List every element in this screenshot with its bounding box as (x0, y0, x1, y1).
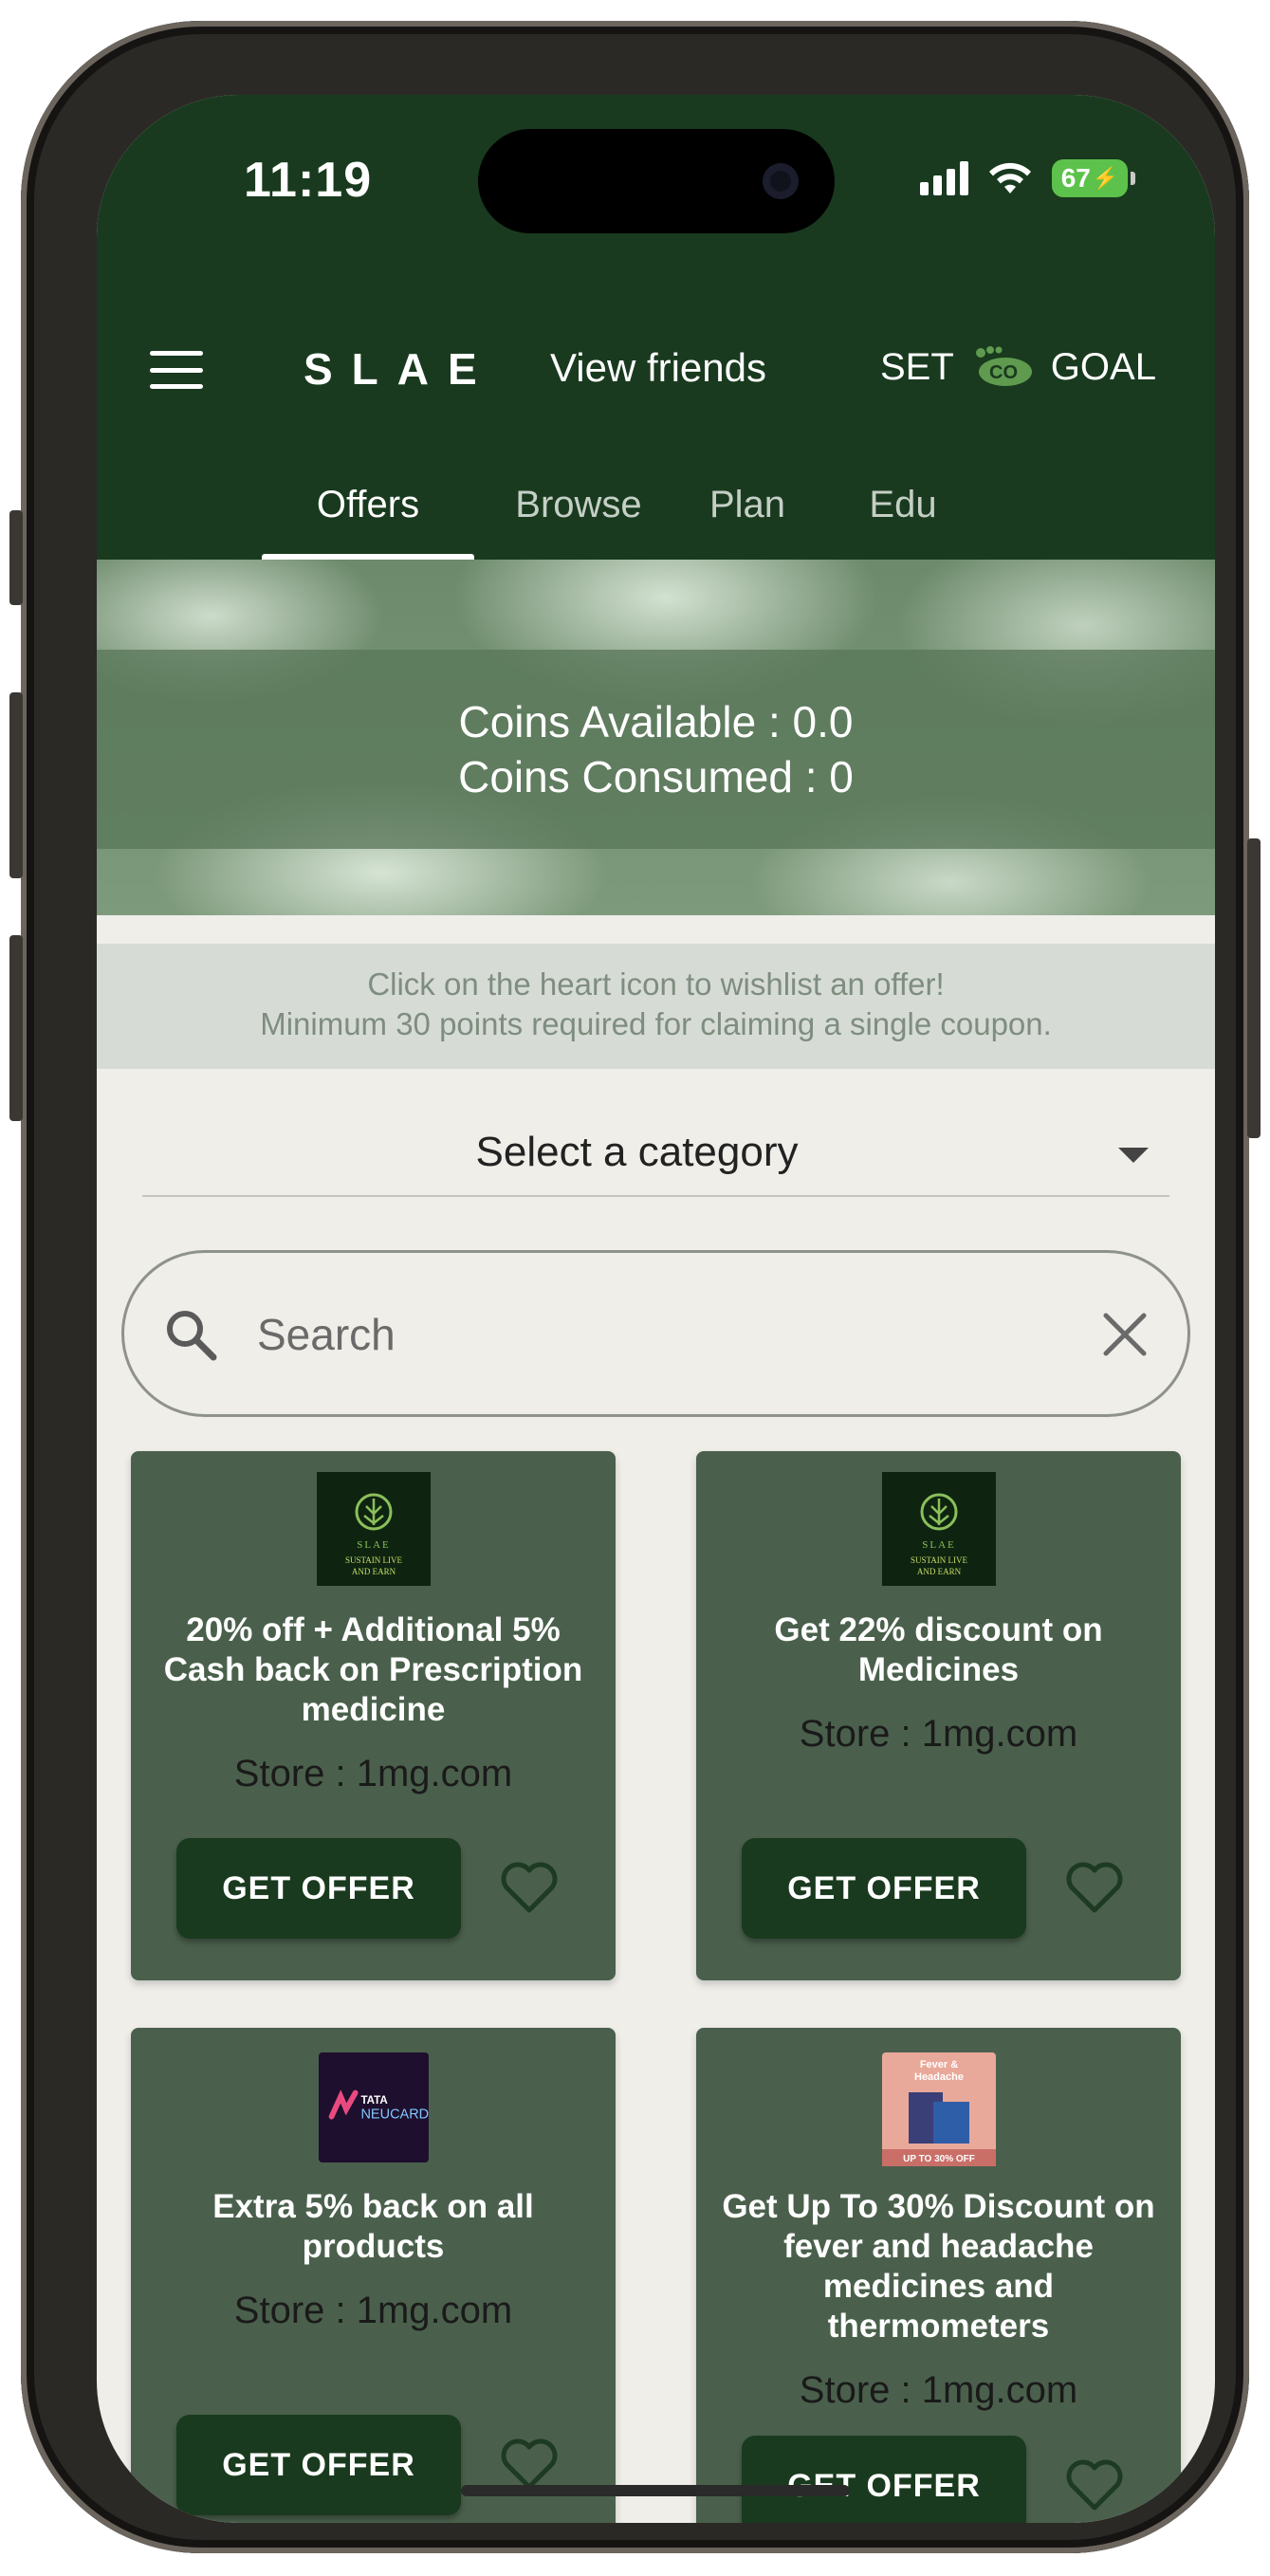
clear-icon[interactable] (1100, 1310, 1150, 1359)
logo-text: UP TO 30% OFF (903, 2154, 975, 2164)
info-line-1: Click on the heart icon to wishlist an o… (367, 966, 945, 1002)
heart-icon[interactable] (1064, 2456, 1125, 2513)
logo-text: Headache (914, 2071, 964, 2083)
camera-icon (763, 163, 799, 199)
offer-title: Extra 5% back on all products (212, 2188, 534, 2265)
offer-title: Get Up To 30% Discount on fever and head… (722, 2188, 1155, 2345)
offer-card: TATA NEUCARD Extra 5% back on all produc… (131, 2028, 616, 2523)
co2-footprint-icon: CO (975, 346, 1032, 386)
info-line-2: Minimum 30 points required for claiming … (260, 1006, 1052, 1041)
co2-text: CO (989, 362, 1018, 383)
search-input[interactable] (257, 1291, 1016, 1378)
status-icons: 67 ⚡ (920, 159, 1135, 197)
phone-frame: 11:19 67 ⚡ SLAE View friends SET CO GOAL… (9, 21, 1261, 2553)
power-button (1247, 838, 1261, 1138)
volume-down-button (9, 935, 23, 1121)
tab-edu[interactable]: Edu (837, 465, 969, 560)
offer-store: Store : 1mg.com (233, 1753, 513, 1794)
tab-bar: Offers Browse Plan Edu (97, 465, 1215, 560)
volume-up-button (9, 692, 23, 878)
offer-title: Get 22% discount on Medicines (774, 1611, 1103, 1688)
set-goal-button[interactable]: SET CO GOAL (880, 345, 1156, 389)
offer-card: SLAE SUSTAIN LIVE AND EARN Get 22% disco… (696, 1451, 1181, 1980)
logo-text: SLAE (922, 1539, 956, 1551)
coins-summary: Coins Available : 0.0 Coins Consumed : 0 (97, 650, 1215, 849)
logo-text: SUSTAIN LIVE (345, 1555, 403, 1565)
offer-title: 20% off + Additional 5% Cash back on Pre… (163, 1611, 583, 1728)
wifi-icon (989, 162, 1031, 193)
info-message: Click on the heart icon to wishlist an o… (97, 944, 1215, 1069)
action-button (9, 510, 23, 605)
category-label: Select a category (475, 1129, 799, 1175)
app-bar: SLAE View friends SET CO GOAL (97, 332, 1215, 427)
coins-consumed: Coins Consumed : 0 (458, 752, 854, 801)
get-offer-button[interactable]: GET OFFER (742, 2436, 1026, 2523)
app-header: 11:19 67 ⚡ SLAE View friends SET CO GOAL… (97, 95, 1215, 560)
coins-banner: Coins Available : 0.0 Coins Consumed : 0 (97, 560, 1215, 915)
status-time: 11:19 (244, 153, 373, 208)
offer-store: Store : 1mg.com (799, 1713, 1078, 1755)
screen: 11:19 67 ⚡ SLAE View friends SET CO GOAL… (97, 95, 1215, 2523)
get-offer-button[interactable]: GET OFFER (176, 2415, 461, 2515)
app-brand: SLAE (304, 344, 496, 394)
get-offer-button[interactable]: GET OFFER (176, 1838, 461, 1939)
slae-logo-icon: SLAE SUSTAIN LIVE AND EARN (882, 1472, 996, 1586)
logo-text: Fever & (920, 2059, 958, 2070)
goal-label: GOAL (1050, 345, 1156, 388)
heart-icon[interactable] (499, 1859, 560, 1916)
menu-icon[interactable] (150, 351, 203, 389)
dynamic-island (478, 129, 835, 233)
tata-neucard-logo-icon: TATA NEUCARD (319, 2052, 429, 2162)
heart-icon[interactable] (499, 2436, 560, 2493)
tab-browse[interactable]: Browse (493, 465, 664, 560)
offer-card: SLAE SUSTAIN LIVE AND EARN 20% off + Add… (131, 1451, 616, 1980)
logo-text: AND EARN (917, 1567, 962, 1576)
logo-text: AND EARN (352, 1567, 396, 1576)
search-icon (167, 1311, 217, 1361)
battery-level: 67 (1060, 163, 1091, 193)
tab-offers[interactable]: Offers (262, 465, 474, 560)
tab-plan[interactable]: Plan (681, 465, 814, 560)
view-friends-button[interactable]: View friends (550, 345, 766, 391)
offer-card: Fever & Headache UP TO 30% OFF Get Up To… (696, 2028, 1181, 2523)
dropdown-arrow-icon (1118, 1148, 1149, 1163)
status-bar: 11:19 67 ⚡ (97, 95, 1215, 294)
offer-store: Store : 1mg.com (799, 2369, 1078, 2411)
offer-store: Store : 1mg.com (233, 2290, 513, 2331)
cellular-signal-icon (920, 161, 968, 195)
logo-text: SUSTAIN LIVE (911, 1555, 968, 1565)
set-label: SET (880, 345, 954, 388)
battery-icon: 67 ⚡ (1052, 159, 1135, 197)
coins-available: Coins Available : 0.0 (458, 697, 854, 746)
heart-icon[interactable] (1064, 1859, 1125, 1916)
fever-headache-product-image: Fever & Headache UP TO 30% OFF (882, 2052, 996, 2166)
get-offer-button[interactable]: GET OFFER (742, 1838, 1026, 1939)
logo-text: NEUCARD (360, 2107, 429, 2123)
logo-text: SLAE (357, 1539, 391, 1551)
slae-logo-icon: SLAE SUSTAIN LIVE AND EARN (317, 1472, 431, 1586)
logo-text: TATA (360, 2094, 388, 2107)
category-dropdown[interactable]: Select a category (142, 1112, 1169, 1197)
search-bar (121, 1250, 1190, 1417)
home-indicator[interactable] (461, 2485, 850, 2496)
